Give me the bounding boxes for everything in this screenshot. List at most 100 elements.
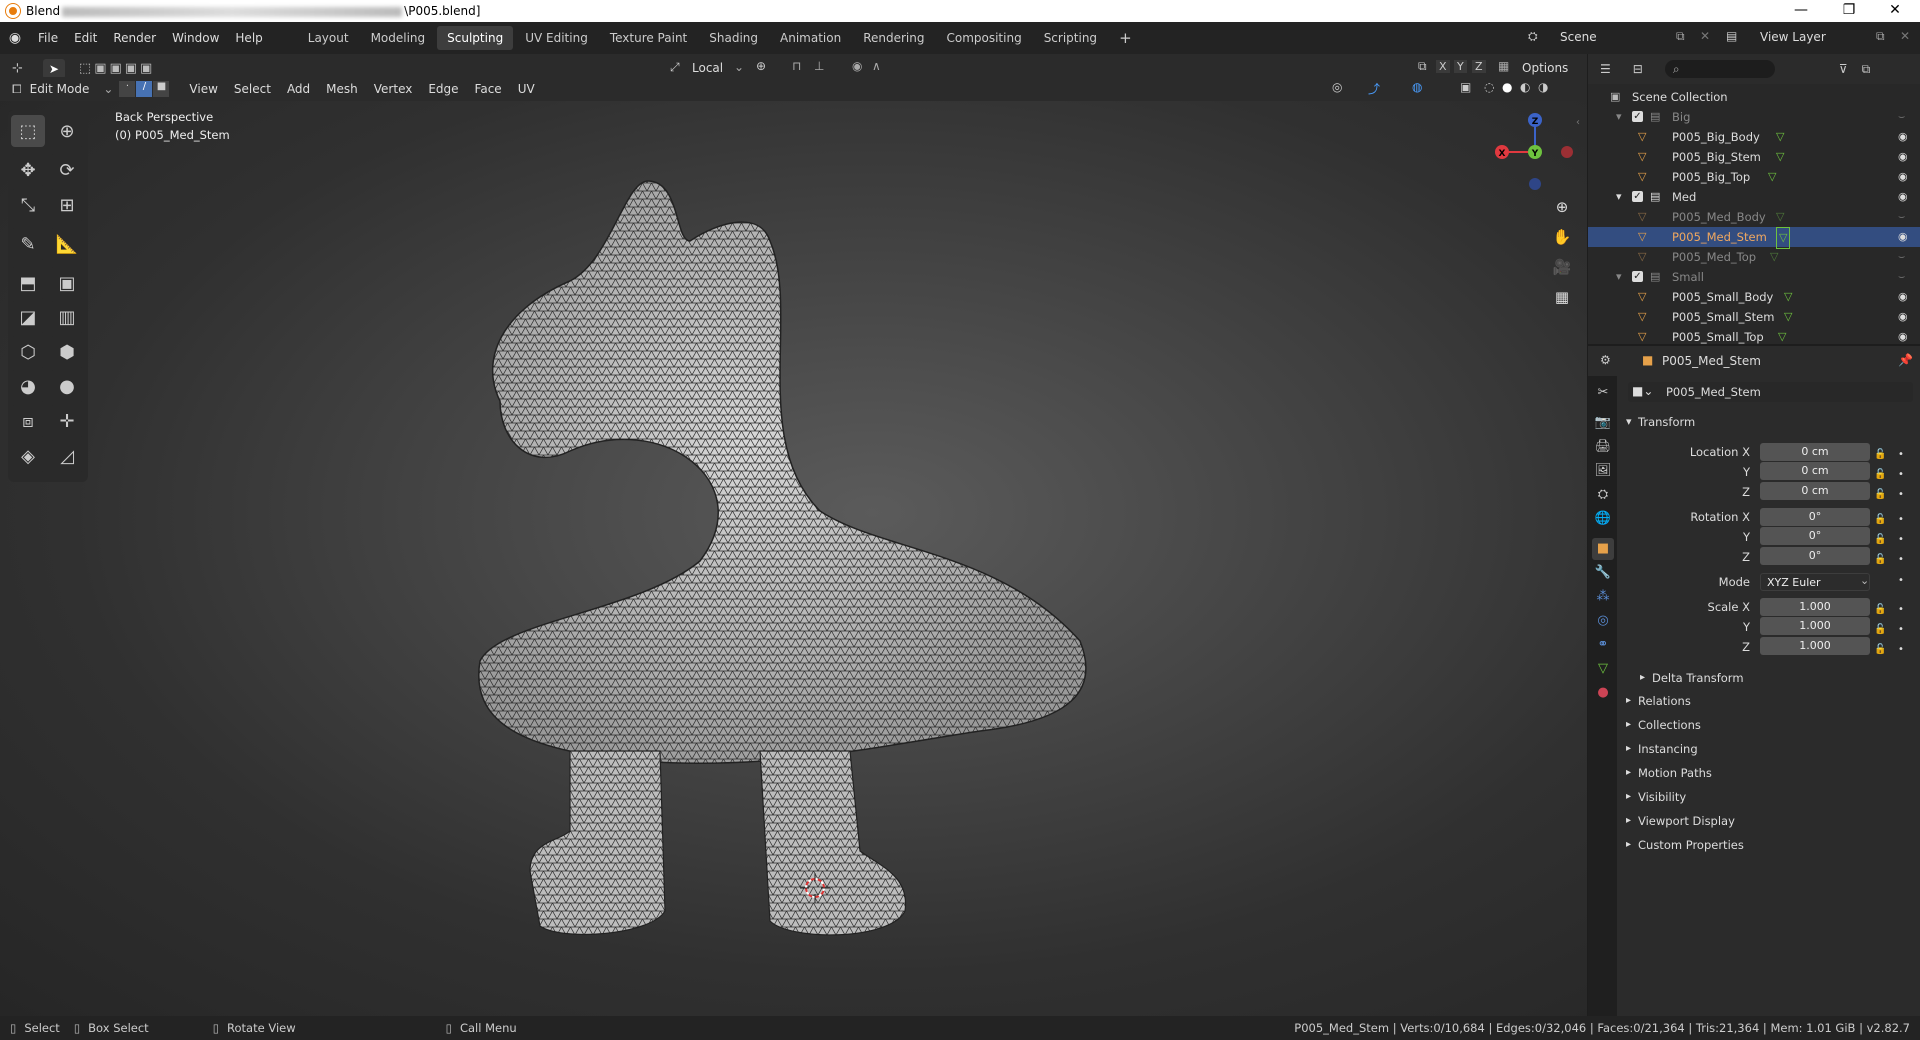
panel-motion-paths[interactable]: Motion Paths [1638, 766, 1712, 780]
rotation-x-field[interactable]: 0° [1760, 508, 1870, 526]
tab-animation[interactable]: Animation [770, 26, 851, 50]
camera-view-icon[interactable]: 🎥 [1550, 255, 1574, 279]
hidden-eye-icon[interactable]: ⌣ [1898, 247, 1905, 267]
snap-target-icon[interactable]: ⊥ [814, 59, 824, 73]
location-z-field[interactable]: 0 cm [1760, 482, 1870, 500]
tab-shading[interactable]: Shading [699, 26, 768, 50]
xray-icon[interactable]: ▣ [1460, 80, 1471, 94]
outliner-search-input[interactable]: ⌕ [1664, 60, 1775, 78]
location-x-field[interactable]: 0 cm [1760, 443, 1870, 461]
location-y-field[interactable]: 0 cm [1760, 462, 1870, 480]
extrude-tool-icon[interactable]: ⬒ [11, 267, 45, 299]
new-view-layer-icon[interactable]: ⧉ [1876, 29, 1885, 44]
hidden-eye-icon[interactable]: ⌣ [1898, 107, 1905, 127]
mesh-data-icon[interactable]: ▽ [1776, 127, 1784, 147]
topology-mirror-icon[interactable]: ▦ [1498, 59, 1509, 73]
eye-icon[interactable]: ◉ [1898, 287, 1908, 307]
tab-sculpting[interactable]: Sculpting [437, 26, 514, 50]
mesh-data-icon[interactable]: ▽ [1768, 167, 1776, 187]
expand-arrow-icon[interactable]: ▾ [1616, 107, 1622, 127]
constraints-tab-icon[interactable]: ⚭ [1592, 634, 1614, 656]
loop-cut-tool-icon[interactable]: ▥ [50, 301, 84, 333]
collection-row-med[interactable]: ▾ ✓ ▤ Med ◉ [1588, 187, 1920, 207]
data-tab-icon[interactable]: ▽ [1592, 658, 1614, 680]
menu-window[interactable]: Window [164, 22, 227, 54]
minimize-button[interactable]: — [1778, 0, 1824, 22]
expand-arrow-icon[interactable]: ▸ [1626, 815, 1631, 826]
expand-arrow-icon[interactable]: ▾ [1616, 267, 1622, 287]
exclude-checkbox[interactable]: ✓ [1632, 271, 1643, 282]
navigation-gizmo[interactable]: Z X Y [1485, 107, 1575, 197]
menu-help[interactable]: Help [227, 22, 270, 54]
mesh-object[interactable] [440, 151, 1120, 991]
menu-add[interactable]: Add [279, 82, 318, 96]
eye-icon[interactable]: ◉ [1898, 187, 1908, 207]
select-tool-icon[interactable]: ➤ [42, 58, 65, 79]
hidden-eye-icon[interactable]: ⌣ [1898, 207, 1905, 227]
rendered-shading-icon[interactable]: ◑ [1538, 80, 1548, 94]
panel-collapse-arrow[interactable]: ▾ [1626, 415, 1632, 428]
gizmo-neg-x-ball[interactable] [1561, 146, 1573, 158]
edge-select-icon[interactable]: / [136, 81, 153, 97]
poly-build-tool-icon[interactable]: ⬢ [50, 336, 84, 368]
falloff-icon[interactable]: ∧ [872, 59, 881, 73]
exclude-checkbox[interactable]: ✓ [1632, 111, 1643, 122]
delta-transform-subpanel[interactable]: Delta Transform [1652, 671, 1744, 685]
physics-tab-icon[interactable]: ◎ [1592, 610, 1614, 632]
pin-icon[interactable]: 📌 [1898, 353, 1913, 367]
scene-collection-row[interactable]: ▣ Scene Collection [1588, 87, 1920, 107]
mesh-data-icon[interactable]: ▽ [1784, 307, 1792, 327]
menu-view[interactable]: View [181, 82, 225, 96]
tab-uv-editing[interactable]: UV Editing [515, 26, 598, 50]
lock-icons[interactable]: 🔓 🔓 🔓 [1874, 510, 1886, 570]
expand-arrow-icon[interactable]: ▸ [1626, 695, 1631, 706]
scale-x-field[interactable]: 1.000 [1760, 598, 1870, 616]
blender-menu-icon[interactable]: ◉ [0, 30, 30, 46]
menu-edit[interactable]: Edit [66, 22, 105, 54]
new-scene-icon[interactable]: ⧉ [1676, 29, 1685, 44]
outliner-item[interactable]: ▽ P005_Med_Top ▽ ⌣ [1588, 247, 1920, 267]
panel-visibility[interactable]: Visibility [1638, 790, 1686, 804]
menu-face[interactable]: Face [467, 82, 510, 96]
vertex-select-icon[interactable]: · [119, 81, 136, 97]
collection-row-small[interactable]: ▾ ✓ ▤ Small ⌣ [1588, 267, 1920, 287]
scale-z-field[interactable]: 1.000 [1760, 637, 1870, 655]
menu-edge[interactable]: Edge [420, 82, 466, 96]
menu-render[interactable]: Render [105, 22, 164, 54]
expand-arrow-icon[interactable]: ▸ [1640, 672, 1645, 683]
mesh-data-icon[interactable]: ▽ [1770, 247, 1778, 267]
knife-tool-icon[interactable]: ⬡ [11, 336, 45, 368]
view-layer-tab-icon[interactable]: 🖼 [1592, 460, 1614, 482]
eye-icon[interactable]: ◉ [1898, 327, 1908, 347]
particles-tab-icon[interactable]: ⁂ [1592, 586, 1614, 608]
tab-compositing[interactable]: Compositing [936, 26, 1031, 50]
outliner-item[interactable]: ▽ P005_Big_Body ▽ ◉ [1588, 127, 1920, 147]
keyframe-dots[interactable]: • • • [1898, 445, 1904, 505]
perspective-toggle-icon[interactable]: ▦ [1550, 285, 1574, 309]
shear-tool-icon[interactable]: ◈ [11, 440, 45, 472]
panel-relations[interactable]: Relations [1638, 694, 1691, 708]
move-tool-icon[interactable]: ✥ [11, 154, 45, 186]
menu-uv[interactable]: UV [510, 82, 543, 96]
measure-tool-icon[interactable]: 📐 [50, 228, 84, 260]
mesh-data-icon[interactable]: ▽ [1784, 287, 1792, 307]
collection-row-big[interactable]: ▾ ✓ ▤ Big ⌣ [1588, 107, 1920, 127]
lock-icons[interactable]: 🔓 🔓 🔓 [1874, 445, 1886, 505]
sidebar-toggle-icon[interactable]: ‹ [1576, 117, 1580, 128]
select-mode-icons[interactable]: ⬚▣▣▣▣ [79, 61, 155, 76]
tab-layout[interactable]: Layout [298, 26, 359, 50]
outliner-type-icon[interactable]: ☰ [1600, 62, 1611, 76]
mirror-z-toggle[interactable]: Z [1472, 60, 1486, 73]
transform-panel-title[interactable]: Transform [1638, 415, 1695, 429]
scale-y-field[interactable]: 1.000 [1760, 617, 1870, 635]
spin-tool-icon[interactable]: ◕ [11, 370, 45, 402]
expand-arrow-icon[interactable]: ▸ [1626, 743, 1631, 754]
cursor-tool-icon[interactable]: ⊕ [50, 115, 84, 147]
panel-viewport-display[interactable]: Viewport Display [1638, 814, 1735, 828]
smooth-tool-icon[interactable]: ● [50, 370, 84, 402]
editor-type-icon[interactable]: ⊹ [12, 61, 23, 76]
object-tab-icon[interactable]: ■ [1592, 538, 1614, 560]
overlay-toggle-icon[interactable]: ◍ [1412, 80, 1422, 94]
select-box-tool-icon[interactable]: ⬚ [11, 115, 45, 147]
menu-vertex[interactable]: Vertex [366, 82, 421, 96]
